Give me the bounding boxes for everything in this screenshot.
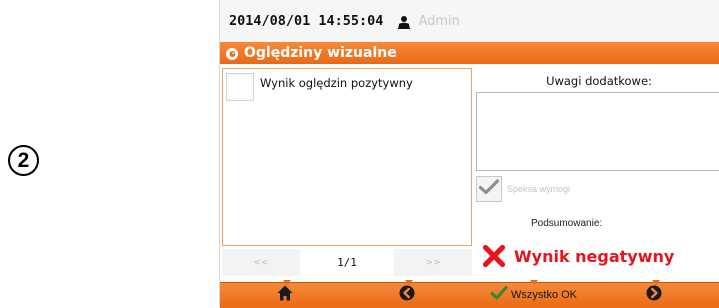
status-bar: 2014/08/01 14:55:04 Admin (220, 0, 719, 42)
result-status: Wynik negatywny (482, 244, 674, 268)
check-icon (478, 179, 500, 199)
all-ok-label: Wszystko OK (511, 289, 578, 301)
all-ok-button[interactable]: Wszystko OK (490, 284, 577, 306)
title-bar: Oględziny wizualne (220, 42, 719, 64)
prev-page-button[interactable]: << (222, 249, 300, 276)
notes-textarea[interactable] (476, 92, 719, 171)
page-indicator: 1/1 (337, 256, 357, 269)
checklist-item-label: Wynik oględzin pozytywny (260, 76, 413, 90)
user-name: Admin (418, 13, 460, 29)
meets-requirements-button[interactable] (476, 176, 502, 202)
forward-arrow-icon (645, 284, 663, 306)
summary-label: Podsumowanie: (531, 218, 603, 229)
next-page-button[interactable]: >> (394, 249, 472, 276)
back-button[interactable] (398, 284, 416, 306)
pager: << 1/1 >> (222, 249, 472, 276)
person-icon (397, 14, 411, 29)
notes-label: Uwagi dodatkowe: (546, 74, 652, 88)
checklist-item[interactable]: Wynik oględzin pozytywny (226, 73, 413, 101)
meets-requirements-row: Spełnia wymogi (476, 176, 570, 202)
step-number-marker: 2 (8, 145, 39, 176)
result-text: Wynik negatywny (514, 246, 675, 266)
device-screen: 2014/08/01 14:55:04 Admin Oględziny wizu… (219, 0, 719, 308)
red-x-icon (482, 244, 506, 268)
checklist-checkbox[interactable] (226, 73, 254, 101)
meets-requirements-label: Spełnia wymogi (507, 184, 571, 194)
home-button[interactable] (276, 284, 294, 306)
forward-button[interactable] (645, 284, 663, 306)
page-title: Oględziny wizualne (244, 45, 397, 61)
home-icon (276, 284, 294, 306)
eye-icon (225, 46, 239, 60)
back-arrow-icon (398, 284, 416, 306)
checklist-panel: Wynik oględzin pozytywny (222, 68, 472, 246)
check-icon (490, 285, 508, 305)
datetime: 2014/08/01 14:55:04 (229, 13, 384, 29)
